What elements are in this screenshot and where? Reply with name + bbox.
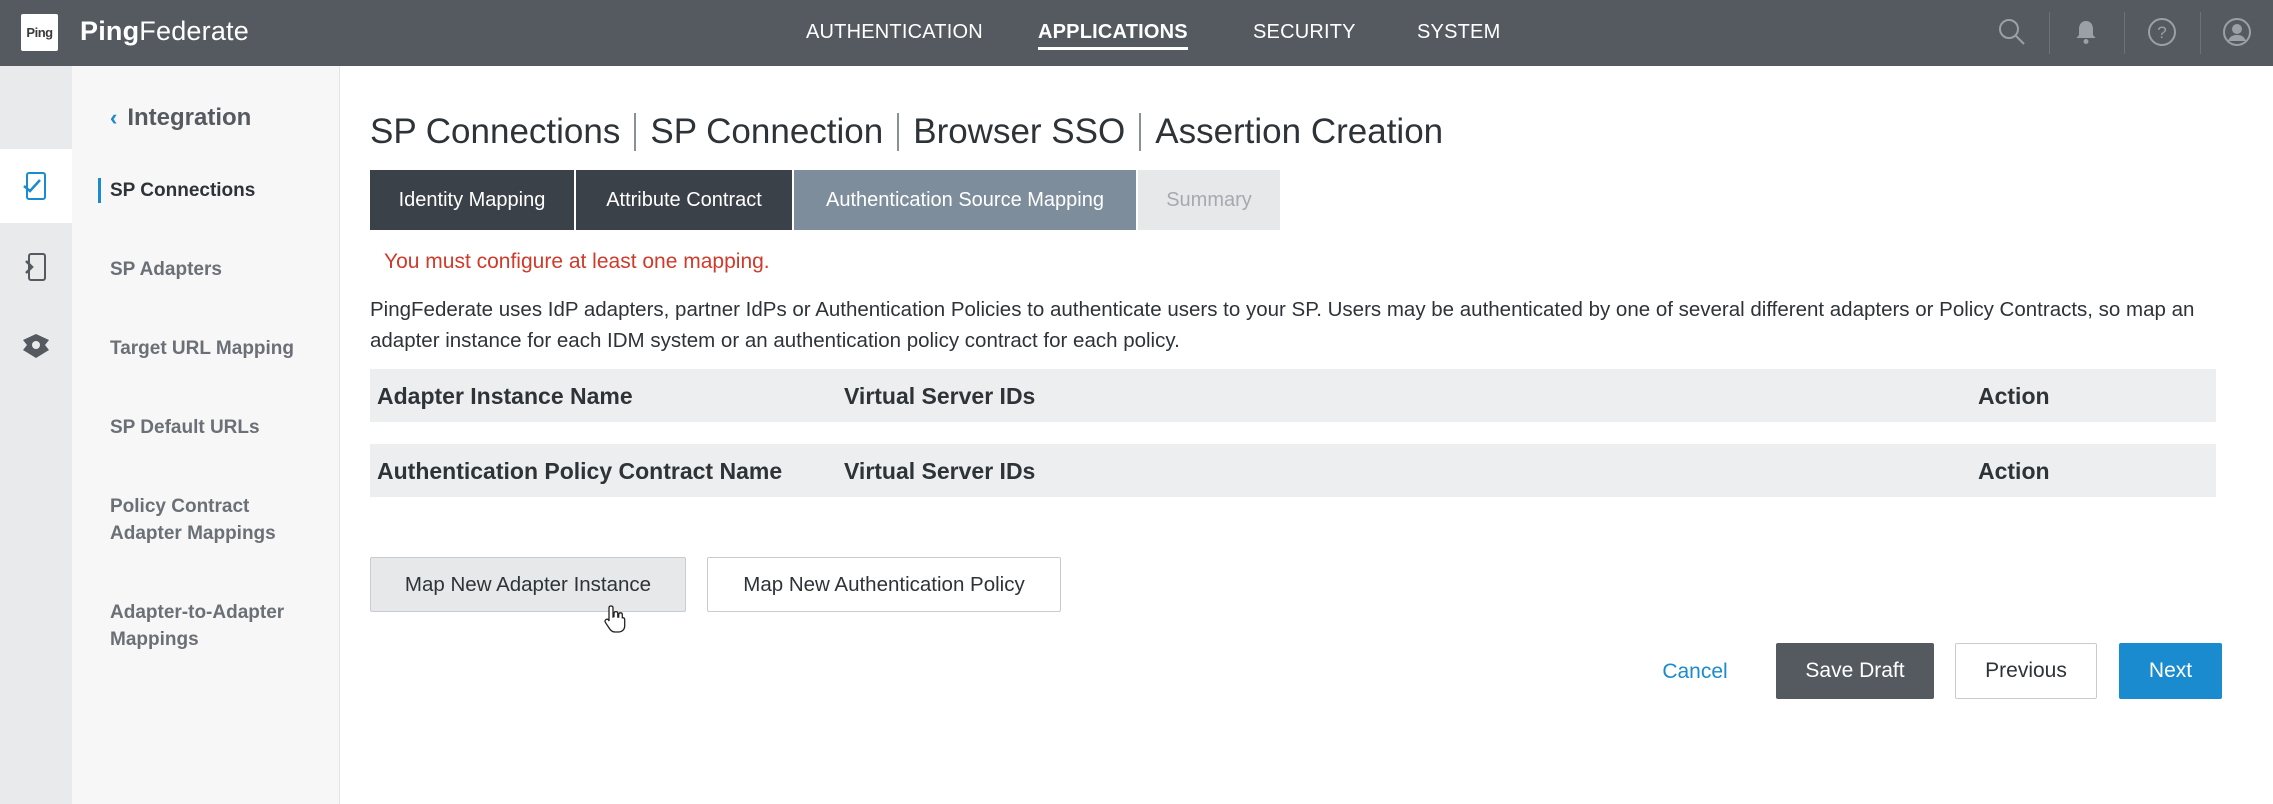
tab-attribute-contract[interactable]: Attribute Contract [576,170,792,230]
sp-icon[interactable] [0,230,72,304]
breadcrumb-item: Assertion Creation [1155,112,1444,151]
brand-name-bold: Ping [80,16,140,46]
column-header: Virtual Server IDs [844,458,1036,484]
user-icon[interactable] [2219,14,2255,50]
cancel-link[interactable]: Cancel [1640,644,1750,699]
next-button[interactable]: Next [2119,643,2222,699]
wizard-tabs: Identity Mapping Attribute Contract Auth… [370,170,1282,230]
top-navigation-bar: Ping PingFederate AUTHENTICATION APPLICA… [0,0,2273,66]
validation-error-message: You must configure at least one mapping. [384,250,770,273]
sidebar-item-sp-default-urls[interactable]: SP Default URLs [110,414,320,441]
save-draft-button[interactable]: Save Draft [1776,643,1934,699]
divider [2124,12,2125,54]
breadcrumb-item: Browser SSO [913,112,1126,151]
nav-authentication[interactable]: AUTHENTICATION [806,21,983,44]
previous-button[interactable]: Previous [1955,643,2097,699]
ping-logo[interactable]: Ping [21,14,58,51]
tab-authentication-source-mapping[interactable]: Authentication Source Mapping [794,170,1136,230]
divider [2200,12,2201,54]
bell-icon[interactable] [2068,14,2104,50]
nav-applications[interactable]: APPLICATIONS [1038,21,1188,50]
sidebar: ‹ Integration SP Connections SP Adapters… [72,66,340,804]
brand-name-light: Federate [139,16,249,46]
page-description: PingFederate uses IdP adapters, partner … [370,298,2195,352]
search-icon[interactable] [1994,14,2030,50]
icon-rail [0,66,72,804]
breadcrumb-separator [634,113,637,151]
breadcrumb-separator [897,113,900,151]
sidebar-item-adapter-to-adapter-mappings[interactable]: Adapter-to-Adapter Mappings [110,599,300,653]
tab-identity-mapping[interactable]: Identity Mapping [370,170,574,230]
page-title-breadcrumb: SP Connections SP Connection Browser SSO… [370,112,1443,152]
column-header: Action [1978,458,2050,484]
adapter-table-header: Adapter Instance Name Virtual Server IDs… [370,369,2216,422]
chevron-left-icon: ‹ [110,105,118,130]
sidebar-item-sp-connections[interactable]: SP Connections [98,177,320,204]
oauth-icon[interactable] [0,308,72,382]
tab-summary: Summary [1138,170,1280,230]
breadcrumb-item: SP Connections [370,112,621,151]
column-header: Adapter Instance Name [377,383,633,409]
column-header: Action [1978,383,2050,409]
column-header: Virtual Server IDs [844,383,1036,409]
map-new-authentication-policy-button[interactable]: Map New Authentication Policy [707,557,1061,612]
help-icon[interactable]: ? [2144,14,2180,50]
nav-security[interactable]: SECURITY [1253,21,1356,44]
policy-table-header: Authentication Policy Contract Name Virt… [370,444,2216,497]
map-new-adapter-instance-button[interactable]: Map New Adapter Instance [370,557,686,612]
breadcrumb-separator [1139,113,1142,151]
column-header: Authentication Policy Contract Name [377,458,783,484]
sidebar-item-sp-adapters[interactable]: SP Adapters [110,256,320,283]
nav-system[interactable]: SYSTEM [1417,21,1500,44]
sidebar-item-policy-contract-adapter-mappings[interactable]: Policy Contract Adapter Mappings [110,493,300,547]
applications-icon[interactable] [0,149,72,223]
divider [2049,12,2050,54]
sidebar-item-target-url-mapping[interactable]: Target URL Mapping [110,335,320,362]
sidebar-header-label: Integration [127,104,252,131]
breadcrumb-item: SP Connection [650,112,884,151]
product-name: PingFederate [80,16,249,47]
sidebar-back-link[interactable]: ‹ Integration [110,104,251,132]
hand-cursor-icon [603,604,627,639]
svg-text:?: ? [2157,23,2166,42]
